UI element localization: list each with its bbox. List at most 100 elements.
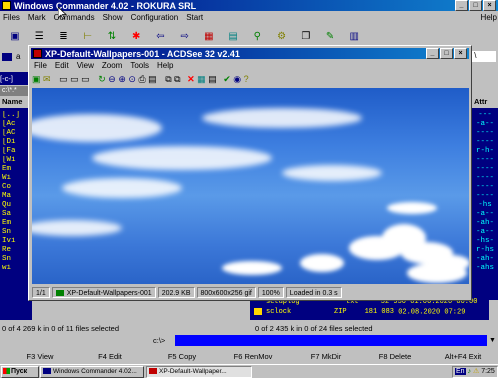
wallpaper-image — [32, 88, 469, 284]
full-view-icon[interactable]: ≣ — [56, 30, 70, 44]
tag-icon[interactable]: ✔ — [223, 74, 231, 84]
cloud-art — [32, 108, 469, 283]
forward-icon[interactable]: ⇨ — [178, 30, 192, 44]
exit-button[interactable]: Alt+F4 Exit — [428, 350, 498, 363]
page-icon[interactable]: ▭ — [81, 74, 90, 84]
zoom-level: 100% — [257, 287, 284, 298]
attr-value: -a-- — [475, 120, 494, 128]
brief-view-icon[interactable]: ☰ — [32, 30, 46, 44]
left-drive-button[interactable]: [-c-] — [0, 72, 28, 85]
f4-edit-button[interactable]: F4 Edit — [70, 350, 150, 363]
disk-icon[interactable]: ▥ — [347, 30, 361, 44]
attr-value: ---- — [475, 192, 494, 200]
delete-icon[interactable]: ✕ — [187, 74, 195, 84]
row-name: sclock — [266, 308, 292, 317]
acdsee-menu-tools[interactable]: Tools — [130, 61, 149, 70]
help-icon[interactable]: ? — [244, 74, 249, 84]
acdsee-app-icon — [33, 49, 42, 58]
acdsee-menu-help[interactable]: Help — [157, 61, 173, 70]
slideshow-icon[interactable]: ▤ — [148, 74, 157, 84]
acdsee-window: XP-Default-Wallpapers-001 - ACDSee 32 v2… — [28, 45, 472, 301]
table-row[interactable]: sclock ZIP 181 083 02.08.2020 07:29 — [254, 308, 472, 317]
image-size: 202.9 KB — [157, 287, 195, 298]
wc-titlebar[interactable]: Windows Commander 4.02 - ROKURA SRL _ □ … — [0, 0, 498, 11]
attr-value: ---- — [475, 183, 494, 191]
row-date: 02.08.2020 07:29 — [398, 308, 466, 317]
wc-close-button[interactable]: × — [483, 0, 496, 11]
f3-view-button[interactable]: F3 View — [0, 350, 80, 363]
wallpaper-icon[interactable]: ▦ — [197, 74, 206, 84]
f7-mkdir-button[interactable]: F7 MkDir — [286, 350, 366, 363]
attr-value: -hs- — [475, 237, 494, 245]
f5-copy-button[interactable]: F5 Copy — [142, 350, 222, 363]
prev-image-icon[interactable]: ▭ — [59, 74, 68, 84]
sort-icon[interactable]: ⇅ — [105, 30, 119, 44]
acdsee-menu-file[interactable]: File — [34, 61, 47, 70]
pack-icon[interactable]: ▦ — [202, 30, 216, 44]
taskbar: Пуск Windows Commander 4.02... XP-Defaul… — [0, 364, 498, 378]
attr-value: -hs — [478, 201, 492, 209]
attr-value: -ah- — [475, 255, 494, 263]
acdsee-toolbar: ▣ ✉ ▭ ▭ ▭ ↻ ⊖ ⊕ ⊙ ⎙ ▤ ⧉ ⧉ ✕ ▦ ▤ ✔ ◉ ? — [32, 72, 468, 86]
tree-icon[interactable]: ⊢ — [81, 30, 95, 44]
drive-path-right[interactable]: \ — [472, 51, 496, 62]
status-left: 0 of 4 269 k in 0 of 11 files selected — [2, 324, 120, 333]
command-prompt: c:\> — [153, 336, 166, 345]
attr-value: -ah- — [475, 219, 494, 227]
ftp-icon[interactable]: ⚙ — [275, 30, 289, 44]
image-filename: XP-Default-Wallpapers-001 — [51, 287, 156, 298]
wc-menu-help[interactable]: Help — [481, 13, 498, 22]
right-scrollbar[interactable] — [489, 300, 498, 320]
acdsee-titlebar[interactable]: XP-Default-Wallpapers-001 - ACDSee 32 v2… — [31, 48, 469, 59]
acdsee-menu-edit[interactable]: Edit — [55, 61, 69, 70]
load-time: Loaded in 0.3 s — [285, 287, 342, 298]
next-image-icon[interactable]: ▭ — [70, 74, 79, 84]
print-icon[interactable]: ⎙ — [138, 74, 145, 84]
f6-renmov-button[interactable]: F6 RenMov — [213, 350, 293, 363]
volume-icon[interactable]: ♪ — [468, 368, 472, 375]
browse-icon[interactable]: ▣ — [32, 74, 41, 84]
properties-icon[interactable]: ▤ — [208, 74, 217, 84]
zoom-fit-icon[interactable]: ⊙ — [128, 74, 136, 84]
wc-menu-start[interactable]: Start — [186, 13, 203, 22]
acdsee-minimize-button[interactable]: _ — [426, 48, 439, 59]
copy-icon[interactable]: ❐ — [299, 30, 313, 44]
image-index: 1/1 — [32, 287, 50, 298]
open-icon[interactable]: ✉ — [43, 74, 51, 84]
acdsee-maximize-button[interactable]: □ — [440, 48, 453, 59]
back-icon[interactable]: ⇦ — [153, 30, 167, 44]
task-acdsee[interactable]: XP-Default-Wallpaper... — [146, 366, 252, 378]
copy-image-icon[interactable]: ⧉ — [165, 74, 171, 84]
f8-delete-button[interactable]: F8 Delete — [355, 350, 435, 363]
unpack-icon[interactable]: ▤ — [226, 30, 240, 44]
settings-icon[interactable]: ◉ — [233, 74, 241, 84]
filter-icon[interactable]: ✱ — [129, 30, 143, 44]
image-dimensions: 800x600x256 gif — [196, 287, 256, 298]
task-acdsee-icon — [149, 368, 157, 375]
wc-menu-show[interactable]: Show — [103, 13, 123, 22]
task-windows-commander[interactable]: Windows Commander 4.02... — [40, 366, 144, 378]
rotate-icon[interactable]: ↻ — [98, 74, 106, 84]
zoom-out-icon[interactable]: ⊖ — [108, 74, 116, 84]
wc-menu-mark[interactable]: Mark — [28, 13, 46, 22]
start-button[interactable]: Пуск — [1, 366, 39, 378]
command-line-input[interactable] — [175, 335, 487, 346]
acdsee-menu-view[interactable]: View — [77, 61, 94, 70]
command-history-button[interactable]: ▼ — [488, 335, 497, 346]
notepad-icon[interactable]: ✎ — [323, 30, 337, 44]
wc-menu-files[interactable]: Files — [3, 13, 20, 22]
search-icon[interactable]: ⚲ — [250, 30, 264, 44]
acdsee-close-button[interactable]: × — [454, 48, 467, 59]
acdsee-statusbar: 1/1 XP-Default-Wallpapers-001 202.9 KB 8… — [32, 287, 469, 298]
acdsee-menu-zoom[interactable]: Zoom — [102, 61, 122, 70]
paste-image-icon[interactable]: ⧉ — [174, 74, 180, 84]
language-indicator[interactable]: En — [455, 368, 466, 375]
wc-maximize-button[interactable]: □ — [469, 0, 482, 11]
wc-menu-configuration[interactable]: Configuration — [131, 13, 179, 22]
zoom-in-icon[interactable]: ⊕ — [118, 74, 126, 84]
attr-value: -a-- — [475, 228, 494, 236]
refresh-icon[interactable]: ▣ — [8, 30, 22, 44]
warning-icon[interactable]: ⚠ — [473, 368, 479, 375]
wc-minimize-button[interactable]: _ — [455, 0, 468, 11]
right-col-header[interactable]: Attr — [474, 97, 498, 107]
